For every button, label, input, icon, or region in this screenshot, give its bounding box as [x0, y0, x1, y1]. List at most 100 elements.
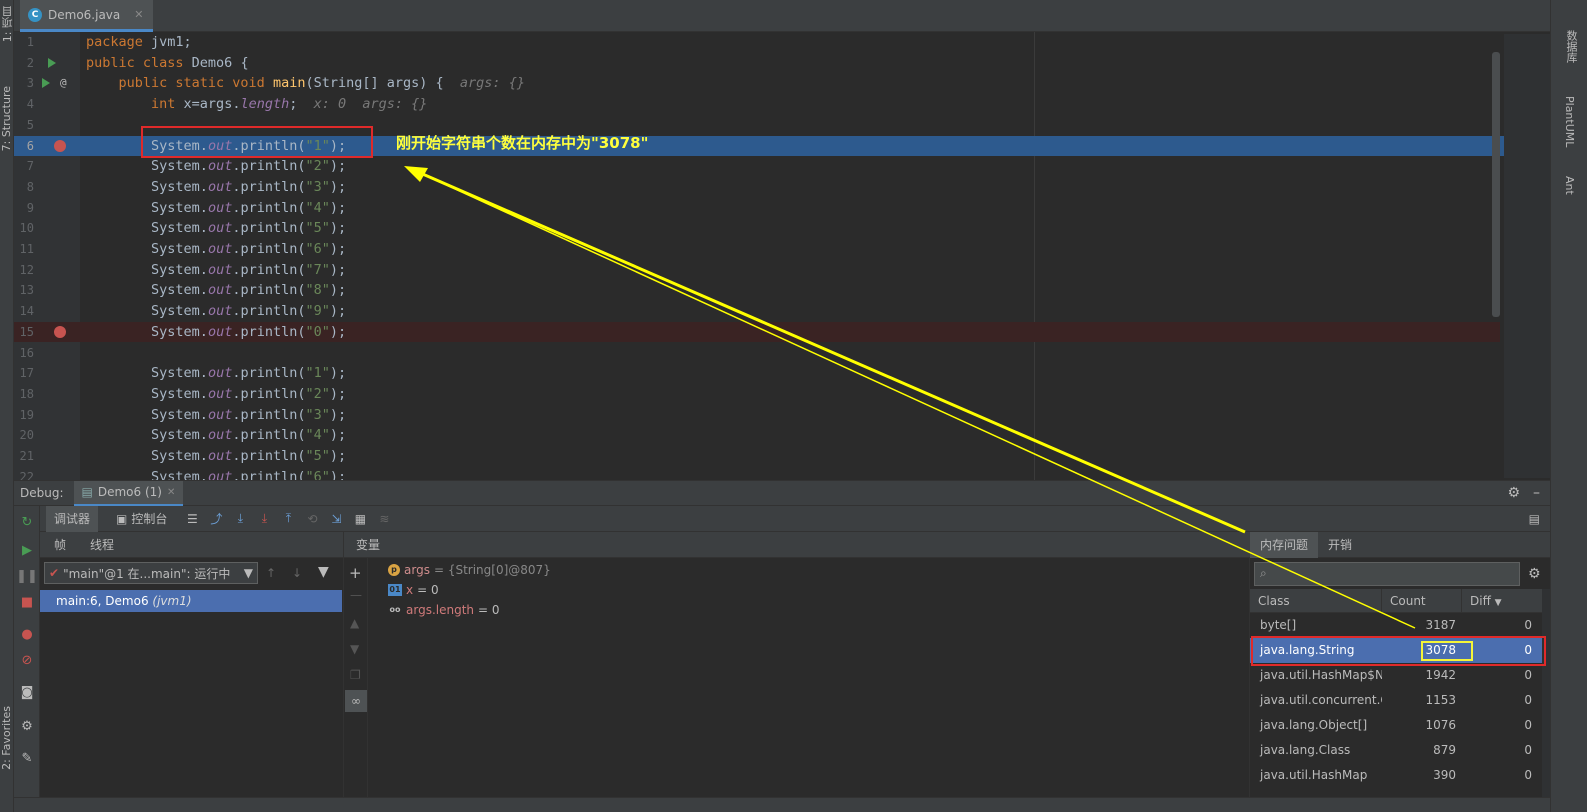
session-icon: ▤	[81, 485, 93, 499]
plantuml-tool-tab[interactable]: PlantUML	[1563, 96, 1576, 147]
column-class[interactable]: Class	[1250, 588, 1382, 613]
variables-toolbar: + — ▲ ▼ ❐ ∞	[344, 558, 368, 812]
override-icon[interactable]: @	[60, 73, 67, 94]
layout-icon[interactable]: ☰	[185, 512, 199, 526]
annotation-highlight-box	[1251, 636, 1546, 666]
resume-icon[interactable]: ▶	[19, 542, 35, 558]
editor-tab-bar: C Demo6.java ✕	[14, 0, 1550, 32]
down-arrow-icon[interactable]: ↓	[292, 566, 302, 580]
database-tool-tab[interactable]: 数据库	[1563, 30, 1579, 63]
breakpoint-line: 15 System.out.println("0");	[14, 321, 1500, 343]
stop-icon[interactable]: ■	[19, 594, 35, 610]
debug-session-tab[interactable]: ▤ Demo6 (1) ✕	[73, 480, 184, 506]
structure-tool-tab[interactable]: 7: Structure	[0, 86, 13, 151]
mute-breakpoints-icon[interactable]: ⊘	[19, 652, 35, 668]
pin-icon[interactable]: ✎	[19, 750, 35, 766]
column-diff[interactable]: Diff ▼	[1462, 589, 1542, 613]
line-number: 5	[26, 117, 34, 132]
memory-scrollbar[interactable]	[1542, 589, 1550, 812]
memory-table-header: Class Count Diff ▼	[1250, 588, 1542, 613]
annotation-text: 刚开始字符串个数在内存中为"3078"	[396, 134, 649, 152]
tab-overhead[interactable]: 开销	[1318, 532, 1362, 558]
tab-threads[interactable]: 线程	[90, 536, 114, 553]
pause-icon[interactable]: ❚❚	[16, 568, 38, 584]
file-tab-demo6[interactable]: C Demo6.java ✕	[20, 0, 154, 32]
code-minimap[interactable]	[1504, 34, 1550, 478]
minimize-icon[interactable]: –	[1533, 485, 1540, 501]
drop-frame-icon[interactable]: ⟲	[305, 512, 319, 526]
move-up-icon[interactable]: ▲	[350, 616, 359, 630]
variable-row[interactable]: oo args.length = 0	[388, 600, 500, 620]
up-arrow-icon[interactable]: ↑	[266, 566, 276, 580]
right-tool-stripe: 数据库 PlantUML Ant	[1550, 0, 1587, 812]
move-down-icon[interactable]: ▼	[350, 642, 359, 656]
code-editor[interactable]: 1 package jvm1; 2 public class Demo6 { 3 @ …	[14, 32, 1550, 480]
close-icon[interactable]: ✕	[134, 8, 143, 21]
breakpoint-icon[interactable]	[54, 139, 66, 152]
check-icon: ✔	[49, 566, 60, 580]
left-tool-stripe: 1: 项目 7: Structure 2: Favorites	[0, 0, 14, 812]
table-row[interactable]: java.lang.Class 879 0	[1250, 738, 1542, 763]
variables-title: 变量	[344, 532, 1250, 558]
annotation-highlight-box	[141, 126, 373, 158]
tab-memory[interactable]: 内存问题	[1250, 531, 1319, 558]
watches-toggle-icon[interactable]: ∞	[345, 690, 367, 712]
step-out-icon[interactable]: ⤒	[281, 511, 295, 526]
remove-watch-icon[interactable]: —	[350, 588, 362, 602]
tab-debugger[interactable]: 调试器	[46, 505, 99, 532]
debug-header: Debug: ▤ Demo6 (1) ✕ ⚙ –	[14, 480, 1550, 506]
column-count[interactable]: Count	[1382, 588, 1462, 613]
debug-label: Debug:	[20, 486, 64, 500]
copy-icon[interactable]: ❐	[350, 668, 361, 682]
annotation-count-box	[1421, 641, 1473, 661]
ant-tool-tab[interactable]: Ant	[1563, 176, 1576, 195]
run-icon[interactable]	[42, 78, 50, 89]
chevron-down-icon: ▼	[243, 566, 253, 580]
line-number: 1	[26, 35, 34, 49]
favorites-tool-tab[interactable]: 2: Favorites	[0, 706, 13, 770]
status-strip	[14, 797, 1550, 812]
step-over-icon[interactable]: ⤓	[233, 511, 247, 526]
frame-row[interactable]: main:6, Demo6 (jvm1)	[40, 590, 342, 612]
line-number: 4	[26, 97, 34, 112]
table-row[interactable]: java.lang.Object[] 1076 0	[1250, 713, 1542, 738]
line-number: 2	[26, 55, 34, 70]
thread-selector[interactable]: ✔ "main"@1 在...main": 运行中 ▼	[44, 562, 258, 584]
gear-icon[interactable]: ⚙	[1528, 566, 1541, 582]
step-into-icon[interactable]: ⤓	[257, 511, 271, 526]
close-icon[interactable]: ✕	[167, 487, 175, 498]
editor-scrollbar-thumb[interactable]	[1492, 52, 1500, 317]
filter-icon[interactable]: ▼	[318, 564, 329, 580]
variable-row[interactable]: 01 x = 0	[388, 580, 439, 600]
debug-side-toolbar: ↻ ▶ ❚❚ ■ ● ⊘ ◙ ⚙ ✎	[14, 506, 40, 812]
search-icon: ⌕	[1260, 566, 1267, 580]
variable-row[interactable]: p args = {String[0]@807}	[388, 560, 551, 580]
show-execution-point-icon[interactable]: ⤴	[209, 512, 223, 526]
table-row[interactable]: java.util.HashMap 390 0	[1250, 763, 1542, 788]
run-to-cursor-icon[interactable]: ⇲	[329, 512, 343, 526]
camera-icon[interactable]: ◙	[19, 684, 35, 700]
restore-layout-icon[interactable]: ▤	[1529, 512, 1540, 526]
settings-icon[interactable]: ⚙	[19, 718, 35, 734]
breakpoint-icon[interactable]	[54, 325, 66, 338]
frames-panel: 帧 线程 ✔ "main"@1 在...main": 运行中 ▼ ↑ ↓ ▼ m…	[40, 532, 344, 812]
line-number: 3	[26, 76, 34, 91]
trace-icon[interactable]: ≋	[377, 512, 391, 526]
console-icon: ▣	[116, 511, 128, 526]
table-row[interactable]: byte[] 3187 0	[1250, 613, 1542, 638]
java-class-icon: C	[28, 7, 42, 22]
variables-panel: 变量 + — ▲ ▼ ❐ ∞ p args = {String[0]@807} …	[344, 532, 1250, 812]
run-icon[interactable]	[48, 57, 56, 68]
debug-session-label: Demo6 (1)	[97, 485, 162, 499]
add-watch-icon[interactable]: +	[349, 564, 362, 582]
tab-frames[interactable]: 帧	[54, 536, 66, 553]
rerun-icon[interactable]: ↻	[19, 514, 35, 530]
table-row[interactable]: java.util.concurrent.Cc 1153 0	[1250, 688, 1542, 713]
file-tab-label: Demo6.java	[48, 7, 121, 22]
table-row[interactable]: java.util.HashMap$Nc 1942 0	[1250, 663, 1542, 688]
evaluate-icon[interactable]: ▦	[353, 512, 367, 526]
view-breakpoints-icon[interactable]: ●	[19, 626, 35, 642]
gear-icon[interactable]: ⚙	[1507, 485, 1520, 501]
memory-search-input[interactable]: ⌕	[1254, 562, 1520, 586]
tab-console[interactable]: ▣ 控制台	[108, 506, 175, 532]
